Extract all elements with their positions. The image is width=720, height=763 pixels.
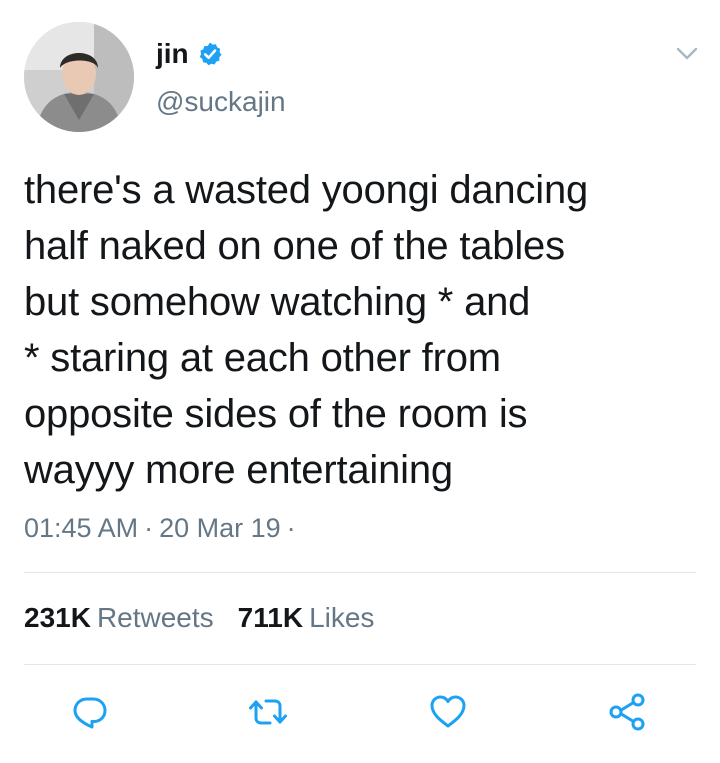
meta-separator-trailing: · [286, 513, 296, 543]
chevron-down-icon[interactable] [672, 38, 702, 68]
tweet-timestamp[interactable]: 01:45 AM · 20 Mar 19 · [24, 510, 302, 546]
likes-label: Likes [309, 602, 375, 633]
verified-badge-icon [197, 41, 223, 67]
author-name-row[interactable]: jin [156, 36, 223, 72]
avatar-photo [24, 22, 134, 132]
share-button[interactable] [606, 690, 650, 734]
divider [24, 664, 696, 665]
retweet-button[interactable] [246, 690, 290, 734]
share-icon [609, 693, 645, 731]
retweets-label: Retweets [96, 602, 214, 633]
avatar[interactable] [24, 22, 134, 132]
author-handle[interactable]: @suckajin [156, 84, 286, 120]
retweets-stat[interactable]: 231K Retweets [24, 600, 214, 636]
tweet-actions [0, 690, 720, 734]
reply-button[interactable] [68, 690, 112, 734]
author-display-name[interactable]: jin [156, 36, 189, 72]
likes-stat[interactable]: 711K Likes [238, 600, 375, 636]
tweet-time: 01:45 AM [24, 513, 139, 543]
tweet-stats: 231K Retweets 711K Likes [24, 600, 374, 636]
retweet-icon [249, 699, 287, 725]
retweets-count: 231K [24, 602, 91, 633]
likes-count: 711K [237, 602, 304, 633]
divider [24, 572, 696, 573]
heart-icon [430, 695, 466, 728]
tweet-text: there's a wasted yoongi dancing half nak… [24, 168, 589, 492]
tweet-card: jin @suckajin there's a wasted yoongi da… [0, 0, 720, 763]
like-button[interactable] [426, 690, 470, 734]
reply-icon [73, 697, 107, 729]
tweet-date: 20 Mar 19 [159, 513, 281, 543]
meta-separator: · [144, 513, 154, 543]
